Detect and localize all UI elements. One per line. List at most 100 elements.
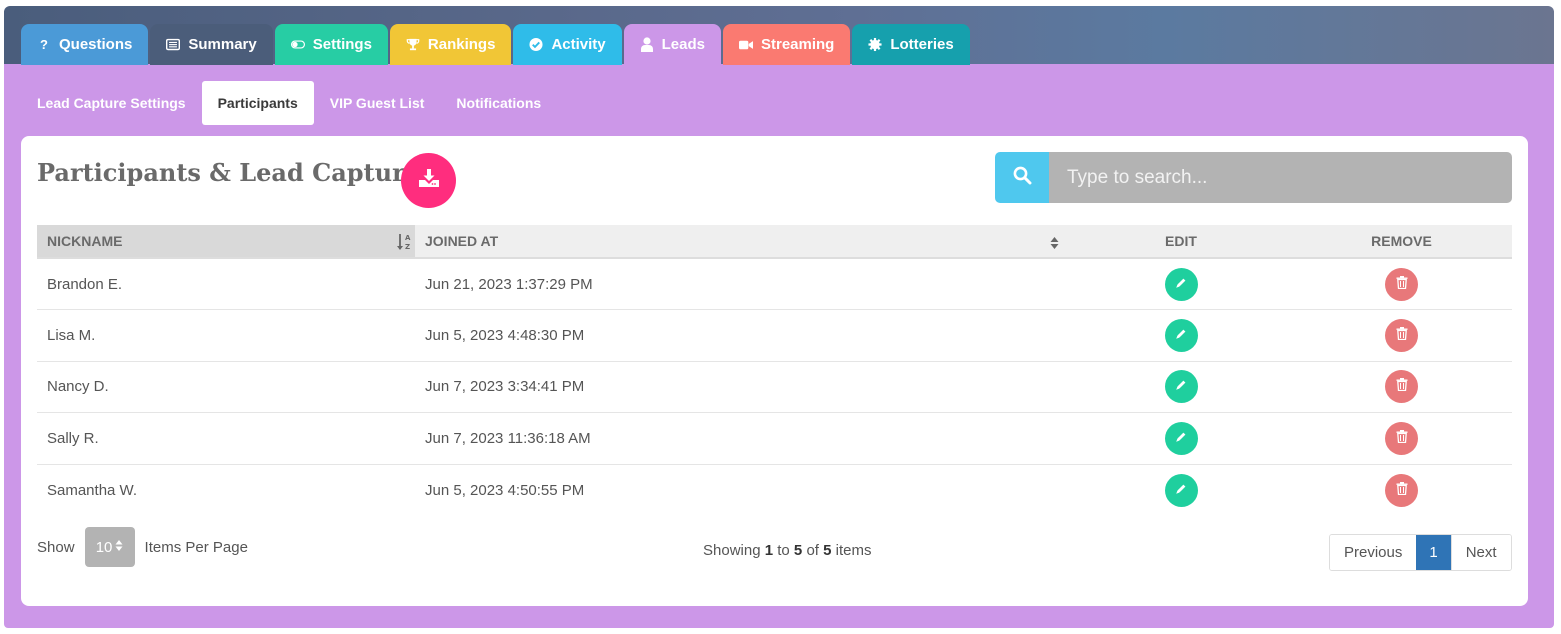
remove-button[interactable] <box>1385 421 1418 455</box>
table-header-row: NICKNAME AZ JOINED AT EDIT REMOVE <box>37 225 1512 259</box>
page-1-button[interactable]: 1 <box>1416 535 1451 570</box>
column-header-nickname[interactable]: NICKNAME AZ <box>37 225 415 259</box>
cell-edit <box>1071 361 1291 413</box>
cell-nickname: Samantha W. <box>47 481 138 499</box>
edit-button[interactable] <box>1164 318 1198 352</box>
subtab-lead-capture-settings[interactable]: Lead Capture Settings <box>21 81 202 125</box>
cell-edit <box>1071 412 1291 465</box>
table-row: Samantha W. Jun 5, 2023 4:50:55 PM <box>37 464 1512 516</box>
tab-lotteries[interactable]: Lotteries <box>852 24 970 65</box>
subtab-notifications[interactable]: Notifications <box>440 81 557 125</box>
user-icon <box>640 37 654 52</box>
cell-joined-at: Jun 21, 2023 1:37:29 PM <box>415 258 1071 310</box>
gear-icon <box>868 37 882 52</box>
column-header-label: NICKNAME <box>47 233 123 249</box>
cell-edit <box>1071 464 1291 516</box>
cell-joined-at: Jun 7, 2023 11:36:18 AM <box>415 412 1071 465</box>
subtab-vip-guest-list[interactable]: VIP Guest List <box>314 81 441 125</box>
edit-button[interactable] <box>1164 421 1198 455</box>
showing-items-word: items <box>835 542 872 559</box>
edit-button[interactable] <box>1164 473 1198 507</box>
column-header-edit: EDIT <box>1071 225 1291 259</box>
search-button[interactable] <box>995 152 1049 203</box>
participants-card: Participants & Lead Capture NICKNAME <box>21 136 1528 606</box>
search-icon <box>1013 166 1032 190</box>
trash-icon <box>1396 326 1408 344</box>
tab-label: Rankings <box>427 36 496 53</box>
check-circle-icon <box>529 37 543 52</box>
trash-icon <box>1396 429 1408 447</box>
tab-label: Settings <box>312 36 372 53</box>
per-page-select[interactable]: 10 <box>84 527 135 567</box>
column-header-joined-at[interactable]: JOINED AT <box>415 225 1071 259</box>
sort-alpha-asc-icon: AZ <box>396 233 412 254</box>
download-button[interactable] <box>401 153 456 208</box>
per-page-control: Show 10 Items Per Page <box>37 527 248 567</box>
tab-summary[interactable]: Summary <box>150 24 273 65</box>
remove-button[interactable] <box>1385 473 1418 507</box>
tab-rankings[interactable]: Rankings <box>389 24 512 65</box>
showing-from: 1 <box>764 542 774 559</box>
cell-joined-at: Jun 5, 2023 4:48:30 PM <box>415 309 1071 362</box>
showing-to: 5 <box>793 542 803 559</box>
remove-button[interactable] <box>1385 370 1418 404</box>
cell-remove <box>1291 361 1512 413</box>
edit-button[interactable] <box>1164 267 1198 301</box>
column-header-label: JOINED AT <box>425 233 499 249</box>
cell-edit <box>1071 309 1291 362</box>
tab-label: Questions <box>59 36 133 53</box>
list-icon <box>166 38 181 52</box>
tab-leads[interactable]: Leads <box>623 24 721 65</box>
showing-total: 5 <box>823 542 832 559</box>
svg-text:A: A <box>405 234 411 242</box>
toggle-icon <box>290 38 305 52</box>
tab-label: Summary <box>188 36 257 53</box>
pencil-icon <box>1175 378 1187 395</box>
question-icon: ? <box>40 37 48 52</box>
cell-joined-at: Jun 7, 2023 3:34:41 PM <box>415 361 1071 413</box>
updown-icon <box>115 539 123 556</box>
cell-nickname: Brandon E. <box>37 258 415 310</box>
cell-nickname: Lisa M. <box>37 309 415 362</box>
cell-remove <box>1291 309 1512 362</box>
app-window: ? Questions Summary Settings Rankings Ac… <box>0 0 1561 634</box>
tab-activity[interactable]: Activity <box>513 24 622 65</box>
download-icon <box>418 169 439 192</box>
pencil-icon <box>1175 327 1187 344</box>
trash-icon <box>1396 481 1408 499</box>
showing-summary: Showing 1 to 5 of 5 items <box>703 542 871 559</box>
previous-button[interactable]: Previous <box>1330 535 1417 570</box>
edit-button[interactable] <box>1164 370 1198 404</box>
show-label: Show <box>37 538 75 556</box>
tab-settings[interactable]: Settings <box>274 24 388 65</box>
next-button[interactable]: Next <box>1450 535 1511 570</box>
showing-of-word: of <box>806 542 819 559</box>
tab-streaming[interactable]: Streaming <box>722 24 851 65</box>
cell-nickname: Sally R. <box>37 412 415 465</box>
tab-label: Leads <box>661 36 705 53</box>
search-input[interactable] <box>1049 152 1512 203</box>
page-title: Participants & Lead Capture <box>37 158 421 187</box>
pencil-icon <box>1175 430 1187 447</box>
cell-remove <box>1291 464 1512 516</box>
showing-to-word: to <box>777 542 790 559</box>
per-page-value: 10 <box>95 538 113 556</box>
sort-icon <box>1050 236 1059 253</box>
search-bar <box>995 152 1512 203</box>
remove-button[interactable] <box>1385 267 1418 301</box>
cell-joined-at: Jun 5, 2023 4:50:55 PM <box>425 481 585 499</box>
svg-text:Z: Z <box>405 243 410 251</box>
participants-table: NICKNAME AZ JOINED AT EDIT REMOVE Brando… <box>37 225 1512 516</box>
table-row: Lisa M. Jun 5, 2023 4:48:30 PM <box>37 309 1512 362</box>
table-row: Nancy D. Jun 7, 2023 3:34:41 PM <box>37 361 1512 413</box>
remove-button[interactable] <box>1385 318 1418 352</box>
tab-label: Lotteries <box>890 36 954 53</box>
trash-icon <box>1396 378 1408 395</box>
video-icon <box>738 38 753 52</box>
cell-nickname: Nancy D. <box>37 361 415 413</box>
subtab-participants[interactable]: Participants <box>201 81 314 125</box>
pagination: Previous 1 Next <box>1329 534 1512 571</box>
tab-questions[interactable]: ? Questions <box>21 24 149 65</box>
table-row: Brandon E. Jun 21, 2023 1:37:29 PM <box>37 258 1512 310</box>
cell-remove <box>1291 258 1512 310</box>
